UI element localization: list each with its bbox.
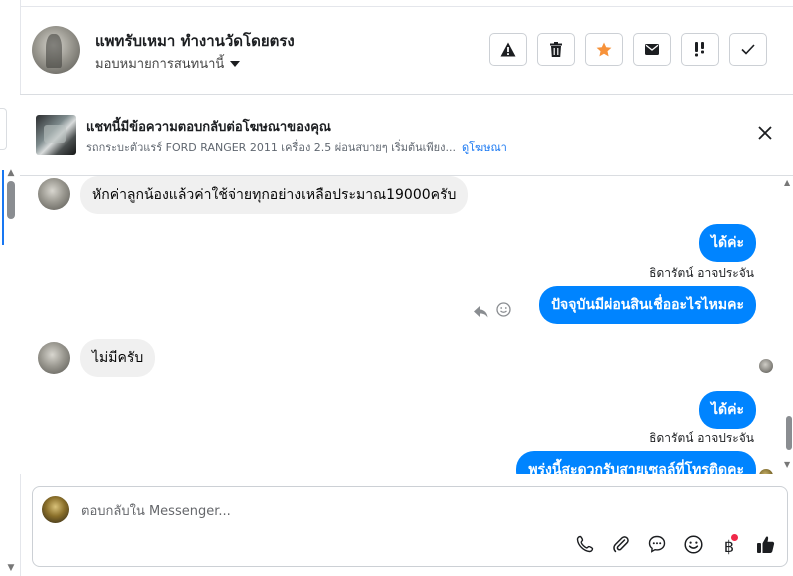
read-receipt-avatar — [759, 469, 773, 474]
message-thread[interactable]: หักค่าลูกน้องแล้วค่าใช้จ่ายทุกอย่างเหลือ… — [20, 176, 790, 474]
emoji-button[interactable] — [682, 534, 704, 558]
scrollbar-thumb[interactable] — [7, 181, 15, 219]
attach-button[interactable] — [610, 535, 632, 557]
conversation-card-edge[interactable] — [0, 108, 7, 150]
message-bubble-outgoing[interactable]: ปัจจุบันมีผ่อนสินเชื่ออะไรไหมคะ — [539, 286, 756, 324]
payment-button[interactable]: ฿ — [718, 533, 740, 557]
sender-name-label: ธิดารัตน์ อาจประจัน — [649, 431, 754, 445]
follow-up-button[interactable] — [681, 33, 719, 66]
emoji-icon — [683, 534, 703, 558]
ad-reply-banner: แชทนี้มีข้อความตอบกลับต่อโฆษณาของคุณ รถก… — [20, 95, 793, 176]
trash-icon — [550, 42, 562, 57]
contact-avatar[interactable] — [32, 26, 80, 74]
scroll-down-icon[interactable]: ▼ — [784, 460, 790, 469]
ad-thumbnail[interactable] — [36, 115, 76, 155]
contact-message-avatar[interactable] — [38, 178, 70, 210]
scrollbar-thumb[interactable] — [786, 416, 792, 450]
saved-reply-icon — [648, 535, 666, 557]
baht-payment-icon: ฿ — [724, 533, 739, 556]
read-receipt-avatar — [759, 359, 773, 373]
ad-banner-description: รถกระบะตัวแรร์ FORD RANGER 2011 เครื่อง … — [86, 138, 507, 156]
check-icon — [741, 44, 755, 55]
assign-conversation-dropdown[interactable]: มอบหมายการสนทนานี้ — [95, 53, 241, 74]
mark-unread-button[interactable] — [633, 33, 671, 66]
active-conversation-indicator — [2, 170, 4, 245]
close-icon — [757, 126, 773, 145]
caret-down-icon — [230, 60, 241, 67]
ad-banner-title: แชทนี้มีข้อความตอบกลับต่อโฆษณาของคุณ — [86, 120, 331, 135]
emoji-react-icon[interactable] — [496, 302, 511, 321]
like-icon — [756, 535, 775, 558]
message-composer: ฿ — [32, 486, 788, 567]
view-ad-link[interactable]: ดูโฆษณา — [462, 141, 507, 154]
notification-dot — [731, 533, 739, 541]
window-top-edge — [0, 0, 793, 7]
conversation-header: แพทรับเหมา ทำงานวัดโดยตรง มอบหมายการสนทน… — [20, 7, 793, 95]
send-like-button[interactable] — [754, 535, 776, 557]
attachment-icon — [612, 535, 630, 557]
warning-icon — [500, 42, 516, 57]
contact-name[interactable]: แพทรับเหมา ทำงานวัดโดยตรง — [95, 29, 295, 53]
delete-button[interactable] — [537, 33, 575, 66]
close-banner-button[interactable] — [757, 125, 773, 141]
star-icon — [596, 42, 612, 57]
message-bubble-outgoing[interactable]: ได้ค่ะ — [698, 224, 756, 262]
thread-scrollbar[interactable]: ▲ ▼ — [784, 176, 793, 472]
ad-description-text: รถกระบะตัวแรร์ FORD RANGER 2011 เครื่อง … — [86, 141, 456, 154]
exclamation-icon — [693, 42, 707, 57]
saved-reply-button[interactable] — [646, 535, 668, 557]
star-button[interactable] — [585, 33, 623, 66]
spam-button[interactable] — [489, 33, 527, 66]
sender-name-label: ธิดารัตน์ อาจประจัน — [649, 266, 754, 280]
conversation-list-scrollbar[interactable]: ▲ ▼ — [6, 168, 16, 573]
message-bubble-incoming[interactable]: หักค่าลูกน้องแล้วค่าใช้จ่ายทุกอย่างเหลือ… — [80, 176, 469, 214]
envelope-icon — [645, 44, 659, 55]
conversation-list-edge: ▲ ▼ — [0, 0, 21, 576]
phone-icon — [576, 535, 594, 557]
scroll-up-icon[interactable]: ▲ — [6, 168, 16, 178]
assign-label: มอบหมายการสนทนานี้ — [95, 57, 225, 72]
mark-done-button[interactable] — [729, 33, 767, 66]
contact-message-avatar[interactable] — [38, 342, 70, 374]
call-button[interactable] — [574, 535, 596, 557]
scroll-up-icon[interactable]: ▲ — [784, 178, 790, 187]
reply-input[interactable] — [81, 501, 561, 521]
message-bubble-outgoing[interactable]: พรุ่งนี้สะดวกรับสายเซลล์ที่โทรติดคะ — [516, 451, 756, 474]
page-avatar — [42, 496, 69, 523]
message-bubble-outgoing[interactable]: ได้ค่ะ — [698, 391, 756, 429]
scroll-down-icon[interactable]: ▼ — [6, 563, 16, 573]
message-bubble-incoming[interactable]: ไม่มีครับ — [80, 339, 156, 377]
reply-icon[interactable] — [474, 303, 488, 322]
